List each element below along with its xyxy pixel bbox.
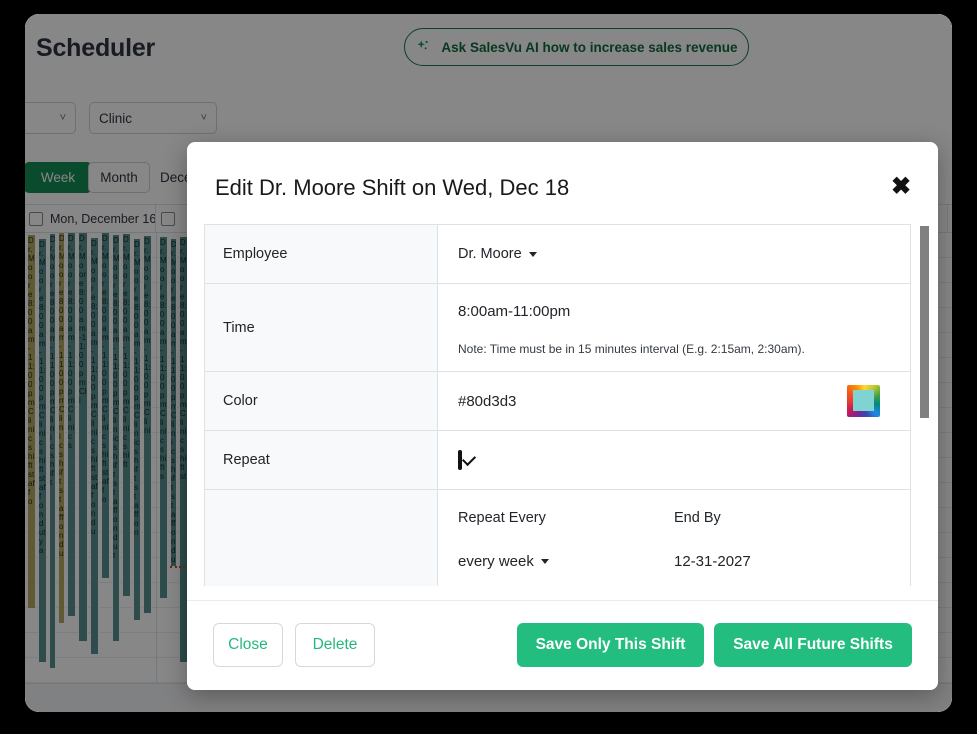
color-label: Color <box>204 371 438 431</box>
schedule-grid: Repeat Every every week End By 12-31-202… <box>458 490 910 586</box>
caret-down-icon <box>528 251 537 257</box>
repeat-label: Repeat <box>204 430 438 490</box>
modal-scrollbar-thumb[interactable] <box>920 226 929 418</box>
color-row: #80d3d3 <box>458 385 896 417</box>
repeat-every-label: Repeat Every <box>458 510 546 526</box>
modal-title: Edit Dr. Moore Shift on Wed, Dec 18 <box>215 175 570 200</box>
time-value[interactable]: 8:00am-11:00pm <box>458 299 910 320</box>
end-by-label: End By <box>674 510 721 526</box>
repeat-every-dd: every week <box>458 553 549 570</box>
edit-shift-modal: Edit Dr. Moore Shift on Wed, Dec 18 ✖ Em… <box>187 142 938 690</box>
modal-scrollbar[interactable] <box>920 224 929 586</box>
repeat-every-dropdown[interactable]: every week <box>458 526 549 570</box>
table-row-employee: Employee Dr. Moore <box>204 224 911 284</box>
employee-value: Dr. Moore <box>458 246 522 262</box>
modal-header: Edit Dr. Moore Shift on Wed, Dec 18 ✖ <box>187 142 938 223</box>
browser-page: Scheduler Ask SalesVu AI how to increase… <box>25 14 952 712</box>
color-swatch-inner <box>853 390 874 411</box>
time-note: Note: Time must be in 15 minutes interva… <box>458 342 805 356</box>
color-picker-swatch[interactable] <box>847 385 880 417</box>
table-row-schedule: Repeat Every every week End By 12-31-202… <box>204 489 911 586</box>
table-row-time: Time 8:00am-11:00pm Note: Time must be i… <box>204 283 911 372</box>
repeat-every-column: Repeat Every every week <box>458 490 549 570</box>
screenshot-viewport: Scheduler Ask SalesVu AI how to increase… <box>0 0 977 734</box>
end-by-value[interactable]: 12-31-2027 <box>674 526 751 570</box>
repeat-checkbox[interactable] <box>458 450 477 470</box>
caret-down-icon <box>540 559 549 564</box>
end-by-column: End By 12-31-2027 <box>674 490 751 570</box>
check-icon <box>461 451 477 467</box>
repeat-every-value: every week <box>458 553 534 570</box>
time-label: Time <box>204 283 438 372</box>
color-value-cell: #80d3d3 <box>437 371 911 431</box>
schedule-value-cell: Repeat Every every week End By 12-31-202… <box>437 489 911 586</box>
employee-label: Employee <box>204 224 438 284</box>
save-only-this-shift-button[interactable]: Save Only This Shift <box>517 623 704 667</box>
time-value-cell: 8:00am-11:00pm Note: Time must be in 15 … <box>437 283 911 372</box>
employee-dropdown[interactable]: Dr. Moore <box>458 246 537 262</box>
color-hex-value[interactable]: #80d3d3 <box>458 393 516 410</box>
table-row-repeat: Repeat <box>204 430 911 490</box>
modal-scroll-area: Employee Dr. Moore Time 8:00am-11:00pm N… <box>204 224 929 586</box>
delete-button[interactable]: Delete <box>295 623 375 667</box>
employee-value-cell: Dr. Moore <box>437 224 911 284</box>
save-all-future-shifts-button[interactable]: Save All Future Shifts <box>714 623 912 667</box>
close-button[interactable]: Close <box>213 623 283 667</box>
repeat-value-cell <box>437 430 911 490</box>
modal-footer: Close Delete Save Only This Shift Save A… <box>187 600 938 690</box>
close-icon[interactable]: ✖ <box>888 174 914 200</box>
shift-form-table: Employee Dr. Moore Time 8:00am-11:00pm N… <box>204 224 911 586</box>
schedule-label-cell <box>204 489 438 586</box>
table-row-color: Color #80d3d3 <box>204 371 911 431</box>
